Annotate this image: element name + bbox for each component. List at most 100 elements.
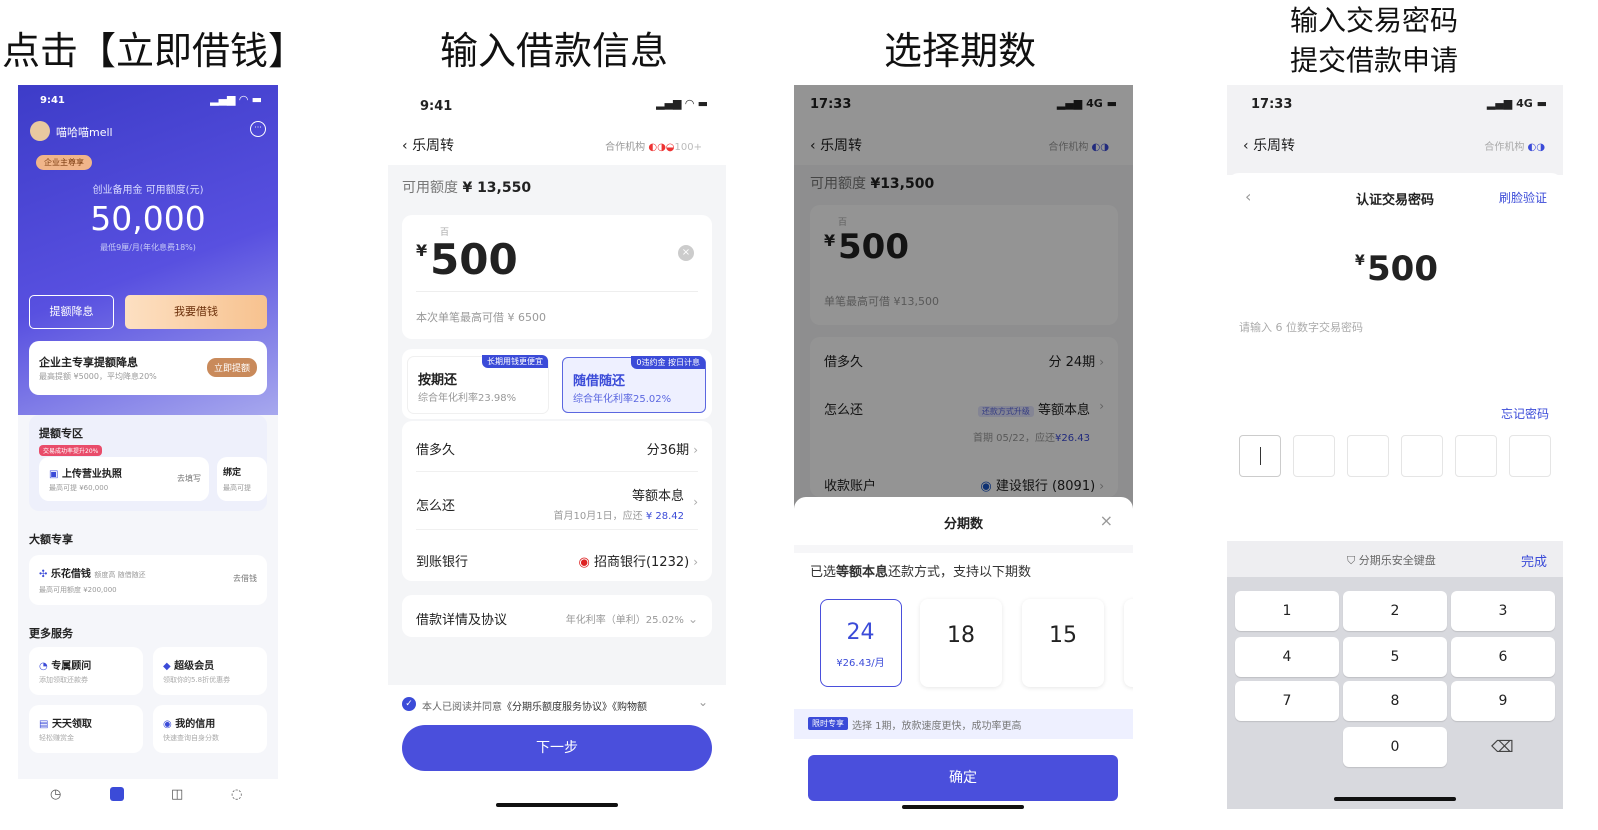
term-option-18[interactable]: 18 bbox=[920, 599, 1002, 687]
term-option-more[interactable] bbox=[1124, 599, 1133, 687]
step-title-4a: 输入交易密码 bbox=[1290, 4, 1459, 37]
term-sheet: 分期数 × 已选等额本息还款方式，支持以下期数 24 ¥26.43/月 18 1… bbox=[794, 497, 1133, 813]
option1-rate: 综合年化利率23.98% bbox=[418, 393, 517, 404]
repay-method-value[interactable]: 等额本息 bbox=[632, 485, 684, 504]
step-title-3: 选择期数 bbox=[884, 29, 1037, 73]
repay-method-label: 怎么还 bbox=[416, 499, 456, 514]
key-4[interactable]: 4 bbox=[1235, 637, 1339, 677]
pin-box-6[interactable] bbox=[1509, 435, 1551, 477]
bank-row[interactable]: 到账银行 ◉ 招商银行(1232) › bbox=[416, 551, 698, 570]
raise-limit-button[interactable]: 提额降息 bbox=[29, 295, 114, 329]
cmb-bank-icon: ◉ bbox=[578, 555, 594, 570]
option-flexible[interactable]: 0违约金 按日计息 随借随还 综合年化利率25.02% bbox=[562, 356, 706, 413]
vip-badge: 企业主尊享 bbox=[36, 155, 92, 170]
back-nav[interactable]: ‹ 乐周转 bbox=[1243, 135, 1295, 155]
close-icon[interactable]: × bbox=[1100, 511, 1113, 530]
borrow-button[interactable]: 我要借钱 bbox=[125, 295, 267, 329]
option1-label: 按期还 bbox=[418, 373, 458, 388]
promo-button[interactable]: 立即提额 bbox=[206, 358, 257, 377]
keyboard-title: 分期乐安全键盘 bbox=[1358, 554, 1436, 567]
keyboard-done-button[interactable]: 完成 bbox=[1521, 551, 1547, 570]
home-tab-icon[interactable]: ◷ bbox=[50, 787, 61, 802]
me-tab-icon[interactable]: ◌ bbox=[231, 787, 242, 802]
key-3[interactable]: 3 bbox=[1451, 591, 1555, 631]
service-credit[interactable]: ◉ 我的信用 快速查询自身分数 bbox=[153, 705, 267, 753]
shop-tab-icon[interactable]: ◫ bbox=[171, 787, 183, 802]
agreement-row[interactable]: 借款详情及协议 年化利率（单利）25.02% ⌄ bbox=[402, 595, 712, 637]
term-24-label: 24 bbox=[846, 620, 875, 645]
service-daily[interactable]: ▤ 天天领取 轻松赚赏金 bbox=[29, 705, 143, 753]
bind-sub: 最高可提 bbox=[223, 484, 251, 492]
key-6[interactable]: 6 bbox=[1451, 637, 1555, 677]
agreement-label: 借款详情及协议 bbox=[416, 613, 508, 628]
home-indicator bbox=[902, 805, 1024, 809]
key-9[interactable]: 9 bbox=[1451, 681, 1555, 721]
partner-label: 合作机构 bbox=[605, 142, 646, 153]
pin-box-1[interactable] bbox=[1239, 435, 1281, 477]
bind-card[interactable]: 绑定 最高可提 bbox=[217, 457, 267, 501]
confirm-button[interactable]: 确定 bbox=[808, 755, 1118, 801]
clear-icon[interactable]: × bbox=[678, 245, 694, 261]
bank-value: 招商银行(1232) bbox=[593, 555, 690, 570]
promo-card[interactable]: 企业主专享提额降息 最高提额 ¥5000，平均降息20% 立即提额 bbox=[29, 341, 267, 395]
upload-license-card[interactable]: ▣ 上传营业执照 最高可提 ¥60,000 去填写 bbox=[39, 457, 209, 501]
forgot-password-link[interactable]: 忘记密码 bbox=[1501, 405, 1549, 422]
pin-box-5[interactable] bbox=[1455, 435, 1497, 477]
loan-tab-icon[interactable] bbox=[110, 787, 124, 801]
chevron-down-icon[interactable]: ⌄ bbox=[698, 695, 708, 709]
partner-label: 合作机构 bbox=[1484, 142, 1525, 153]
partner-logos-icon: ◐◑ bbox=[1527, 142, 1545, 153]
step-title-1: 点击【立即借钱】 bbox=[2, 29, 307, 73]
promo-title: 企业主专享提额降息 bbox=[39, 356, 138, 369]
upload-action[interactable]: 去填写 bbox=[177, 473, 201, 484]
pin-box-4[interactable] bbox=[1401, 435, 1443, 477]
service-vip-label: 超级会员 bbox=[174, 661, 215, 672]
key-2[interactable]: 2 bbox=[1343, 591, 1447, 631]
option1-tag: 长期用钱更便宜 bbox=[482, 355, 548, 368]
rate-note: 最低9厘/月(年化息费18%) bbox=[100, 243, 196, 252]
pin-box-2[interactable] bbox=[1293, 435, 1335, 477]
key-8[interactable]: 8 bbox=[1343, 681, 1447, 721]
large-title: 大额专享 bbox=[29, 533, 73, 546]
currency-symbol: ¥ bbox=[416, 241, 428, 260]
pin-box-3[interactable] bbox=[1347, 435, 1389, 477]
service-vip[interactable]: ◆ 超级会员 领取你的5.8折优惠券 bbox=[153, 647, 267, 695]
backspace-icon[interactable]: ⌫ bbox=[1491, 737, 1514, 756]
lehua-title: 乐花借钱 bbox=[50, 569, 91, 580]
lehua-action[interactable]: 去借钱 bbox=[233, 573, 257, 584]
upload-sub: 最高可提 ¥60,000 bbox=[49, 484, 109, 492]
agree-checkbox[interactable]: ✓ bbox=[402, 697, 416, 711]
key-7[interactable]: 7 bbox=[1235, 681, 1339, 721]
key-0[interactable]: 0 bbox=[1343, 727, 1447, 767]
amount-input[interactable]: 500 bbox=[430, 235, 518, 284]
zone-title: 提额专区 bbox=[39, 427, 83, 440]
agree-link[interactable]: 《分期乐额度服务协议》《购物额 bbox=[502, 702, 647, 713]
service-advisor[interactable]: ◔ 专属顾问 添加领取还款券 bbox=[29, 647, 143, 695]
service-credit-sub: 快速查询自身分数 bbox=[163, 734, 219, 742]
key-5[interactable]: 5 bbox=[1343, 637, 1447, 677]
shield-icon: ⛉ bbox=[1347, 554, 1359, 567]
tip-bar: 限时专享 选择 1期，放款速度更快，成功率更高 bbox=[794, 709, 1133, 739]
back-nav[interactable]: ‹ 乐周转 bbox=[402, 135, 454, 155]
key-1[interactable]: 1 bbox=[1235, 591, 1339, 631]
term-row[interactable]: 借多久 分36期 › bbox=[416, 439, 698, 458]
option-installment[interactable]: 长期用钱更便宜 按期还 综合年化利率23.98% bbox=[408, 355, 548, 413]
zone-tag: 交易成功率提升20% bbox=[39, 445, 103, 456]
credit-amount: 50,000 bbox=[90, 199, 206, 238]
desc-post: 还款方式，支持以下期数 bbox=[888, 565, 1032, 580]
term-option-15[interactable]: 15 bbox=[1022, 599, 1104, 687]
status-icons: ▂▄▆ ◠ ▬ bbox=[210, 93, 262, 106]
message-icon[interactable]: ··· bbox=[250, 121, 266, 137]
lehua-card[interactable]: ✣ 乐花借钱 额度高 随借随还 最高可用额度 ¥200,000 去借钱 bbox=[29, 555, 267, 605]
phone-password: 17:33 ▂▄▆ 4G ▬ ‹ 乐周转 合作机构 ◐◑ ‹ 认证交易密码 刷脸… bbox=[1227, 85, 1563, 809]
amount-display: 500 bbox=[1367, 249, 1438, 289]
chevron-right-icon: › bbox=[693, 555, 698, 569]
step-title-4b: 提交借款申请 bbox=[1290, 44, 1459, 77]
term-option-24[interactable]: 24 ¥26.43/月 bbox=[820, 599, 902, 687]
next-button[interactable]: 下一步 bbox=[402, 725, 712, 771]
face-verify-link[interactable]: 刷脸验证 bbox=[1499, 189, 1547, 206]
avail-value: ¥ 13,550 bbox=[462, 180, 532, 196]
lehua-tag: 额度高 随借随还 bbox=[94, 571, 146, 579]
promo-sub: 最高提额 ¥5000，平均降息20% bbox=[39, 372, 157, 381]
avatar[interactable] bbox=[30, 121, 50, 141]
